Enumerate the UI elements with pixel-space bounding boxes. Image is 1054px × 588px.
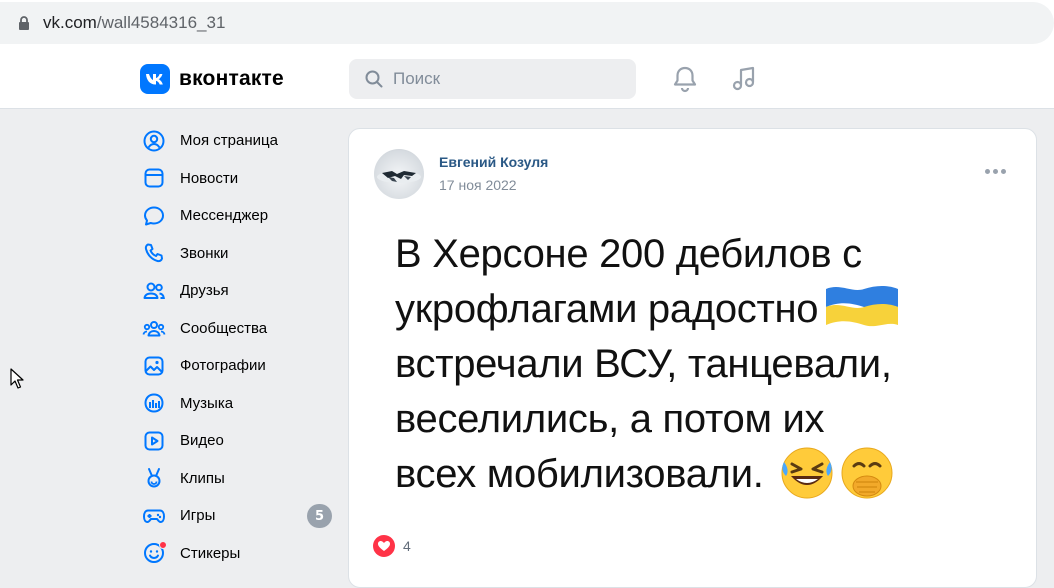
photo-icon [140,352,168,380]
newsfeed-icon [140,164,168,192]
bell-icon[interactable] [672,65,698,93]
post-text-line: встречали ВСУ, танцевали, [395,337,1015,392]
like-button[interactable]: 4 [373,535,411,557]
post-text-line: всех мобилизовали. [395,447,1015,502]
sidebar-item-label: Фотографии [180,357,266,375]
sidebar-item-calls[interactable]: Звонки [140,235,340,273]
sidebar-item-news[interactable]: Новости [140,160,340,198]
sidebar-item-photos[interactable]: Фотографии [140,347,340,385]
post-text-line-content: встречали ВСУ, танцевали, [395,342,892,386]
more-dot [1001,169,1006,174]
post-text: В Херсоне 200 дебилов с укрофлагами радо… [395,227,1015,502]
heart-icon [373,535,395,557]
post-text-line-content: веселились, а потом их [395,397,825,441]
mouse-cursor-icon [10,368,24,389]
search-box[interactable] [349,59,636,99]
sidebar-item-label: Музыка [180,394,234,412]
post-text-line-content: укрофлагами радостно [395,287,819,331]
search-input[interactable] [393,69,623,89]
phone-icon [140,239,168,267]
sidebar-item-label: Сообщества [180,319,268,337]
vk-logo-text: вконтакте [179,67,284,90]
sidebar-item-clips[interactable]: Клипы [140,460,340,498]
wall-post: Евгений Козуля 17 ноя 2022 В Херсоне 200… [348,128,1037,588]
game-icon [140,502,168,530]
sidebar-item-label: Видео [180,432,224,450]
more-dot [985,169,990,174]
sidebar-item-label: Друзья [180,282,229,300]
browser-address-bar: vk.com/wall4584316_31 [0,0,1054,47]
like-count: 4 [403,538,411,554]
avatar-image [377,171,421,183]
sidebar-item-label: Игры [180,507,216,525]
music-note-icon[interactable] [731,65,757,93]
sidebar-item-music[interactable]: Музыка [140,385,340,423]
url-field[interactable]: vk.com/wall4584316_31 [0,2,1054,44]
sidebar-item-label: Звонки [180,244,229,262]
sidebar-item-messenger[interactable]: Мессенджер [140,197,340,235]
left-sidebar: Моя страница Новости Мессенджер Звонки Д… [140,122,340,572]
users-icon [140,277,168,305]
post-author[interactable]: Евгений Козуля [439,154,548,170]
games-count-badge: 5 [307,504,332,528]
sidebar-item-video[interactable]: Видео [140,422,340,460]
sidebar-item-label: Стикеры [180,544,241,562]
sidebar-item-label: Мессенджер [180,207,269,225]
video-icon [140,427,168,455]
rolling-laughing-emoji-icon [781,447,833,499]
post-text-line-content: всех мобилизовали. [395,452,764,496]
post-text-line: укрофлагами радостно [395,282,1015,337]
sidebar-item-friends[interactable]: Друзья [140,272,340,310]
post-text-line: веселились, а потом их [395,392,1015,447]
vk-logo[interactable]: вконтакте [140,64,284,94]
sidebar-item-stickers[interactable]: Стикеры [140,535,340,573]
post-date[interactable]: 17 ноя 2022 [439,177,517,193]
sidebar-item-games[interactable]: Игры 5 [140,497,340,535]
groups-icon [140,314,168,342]
music-icon [140,389,168,417]
sidebar-item-label: Моя страница [180,132,278,150]
more-options-button[interactable] [985,169,1006,174]
clips-icon [140,464,168,492]
sticker-icon [140,539,168,567]
author-avatar[interactable] [374,149,424,199]
vk-logo-icon [140,64,170,94]
sidebar-item-my-page[interactable]: Моя страница [140,122,340,160]
post-text-line: В Херсоне 200 дебилов с [395,227,1015,282]
sidebar-item-label: Клипы [180,469,225,487]
message-icon [140,202,168,230]
url-text[interactable]: vk.com/wall4584316_31 [43,13,225,33]
more-dot [993,169,998,174]
lock-icon [19,16,29,30]
post-text-line-content: В Херсоне 200 дебилов с [395,232,862,276]
top-header: вконтакте [0,47,1054,109]
sidebar-item-communities[interactable]: Сообщества [140,310,340,348]
search-icon [365,70,383,88]
user-circle-icon [140,127,168,155]
face-with-hand-over-mouth-emoji-icon [841,447,893,499]
ukraine-flag-icon [826,286,899,327]
sidebar-item-label: Новости [180,169,239,187]
